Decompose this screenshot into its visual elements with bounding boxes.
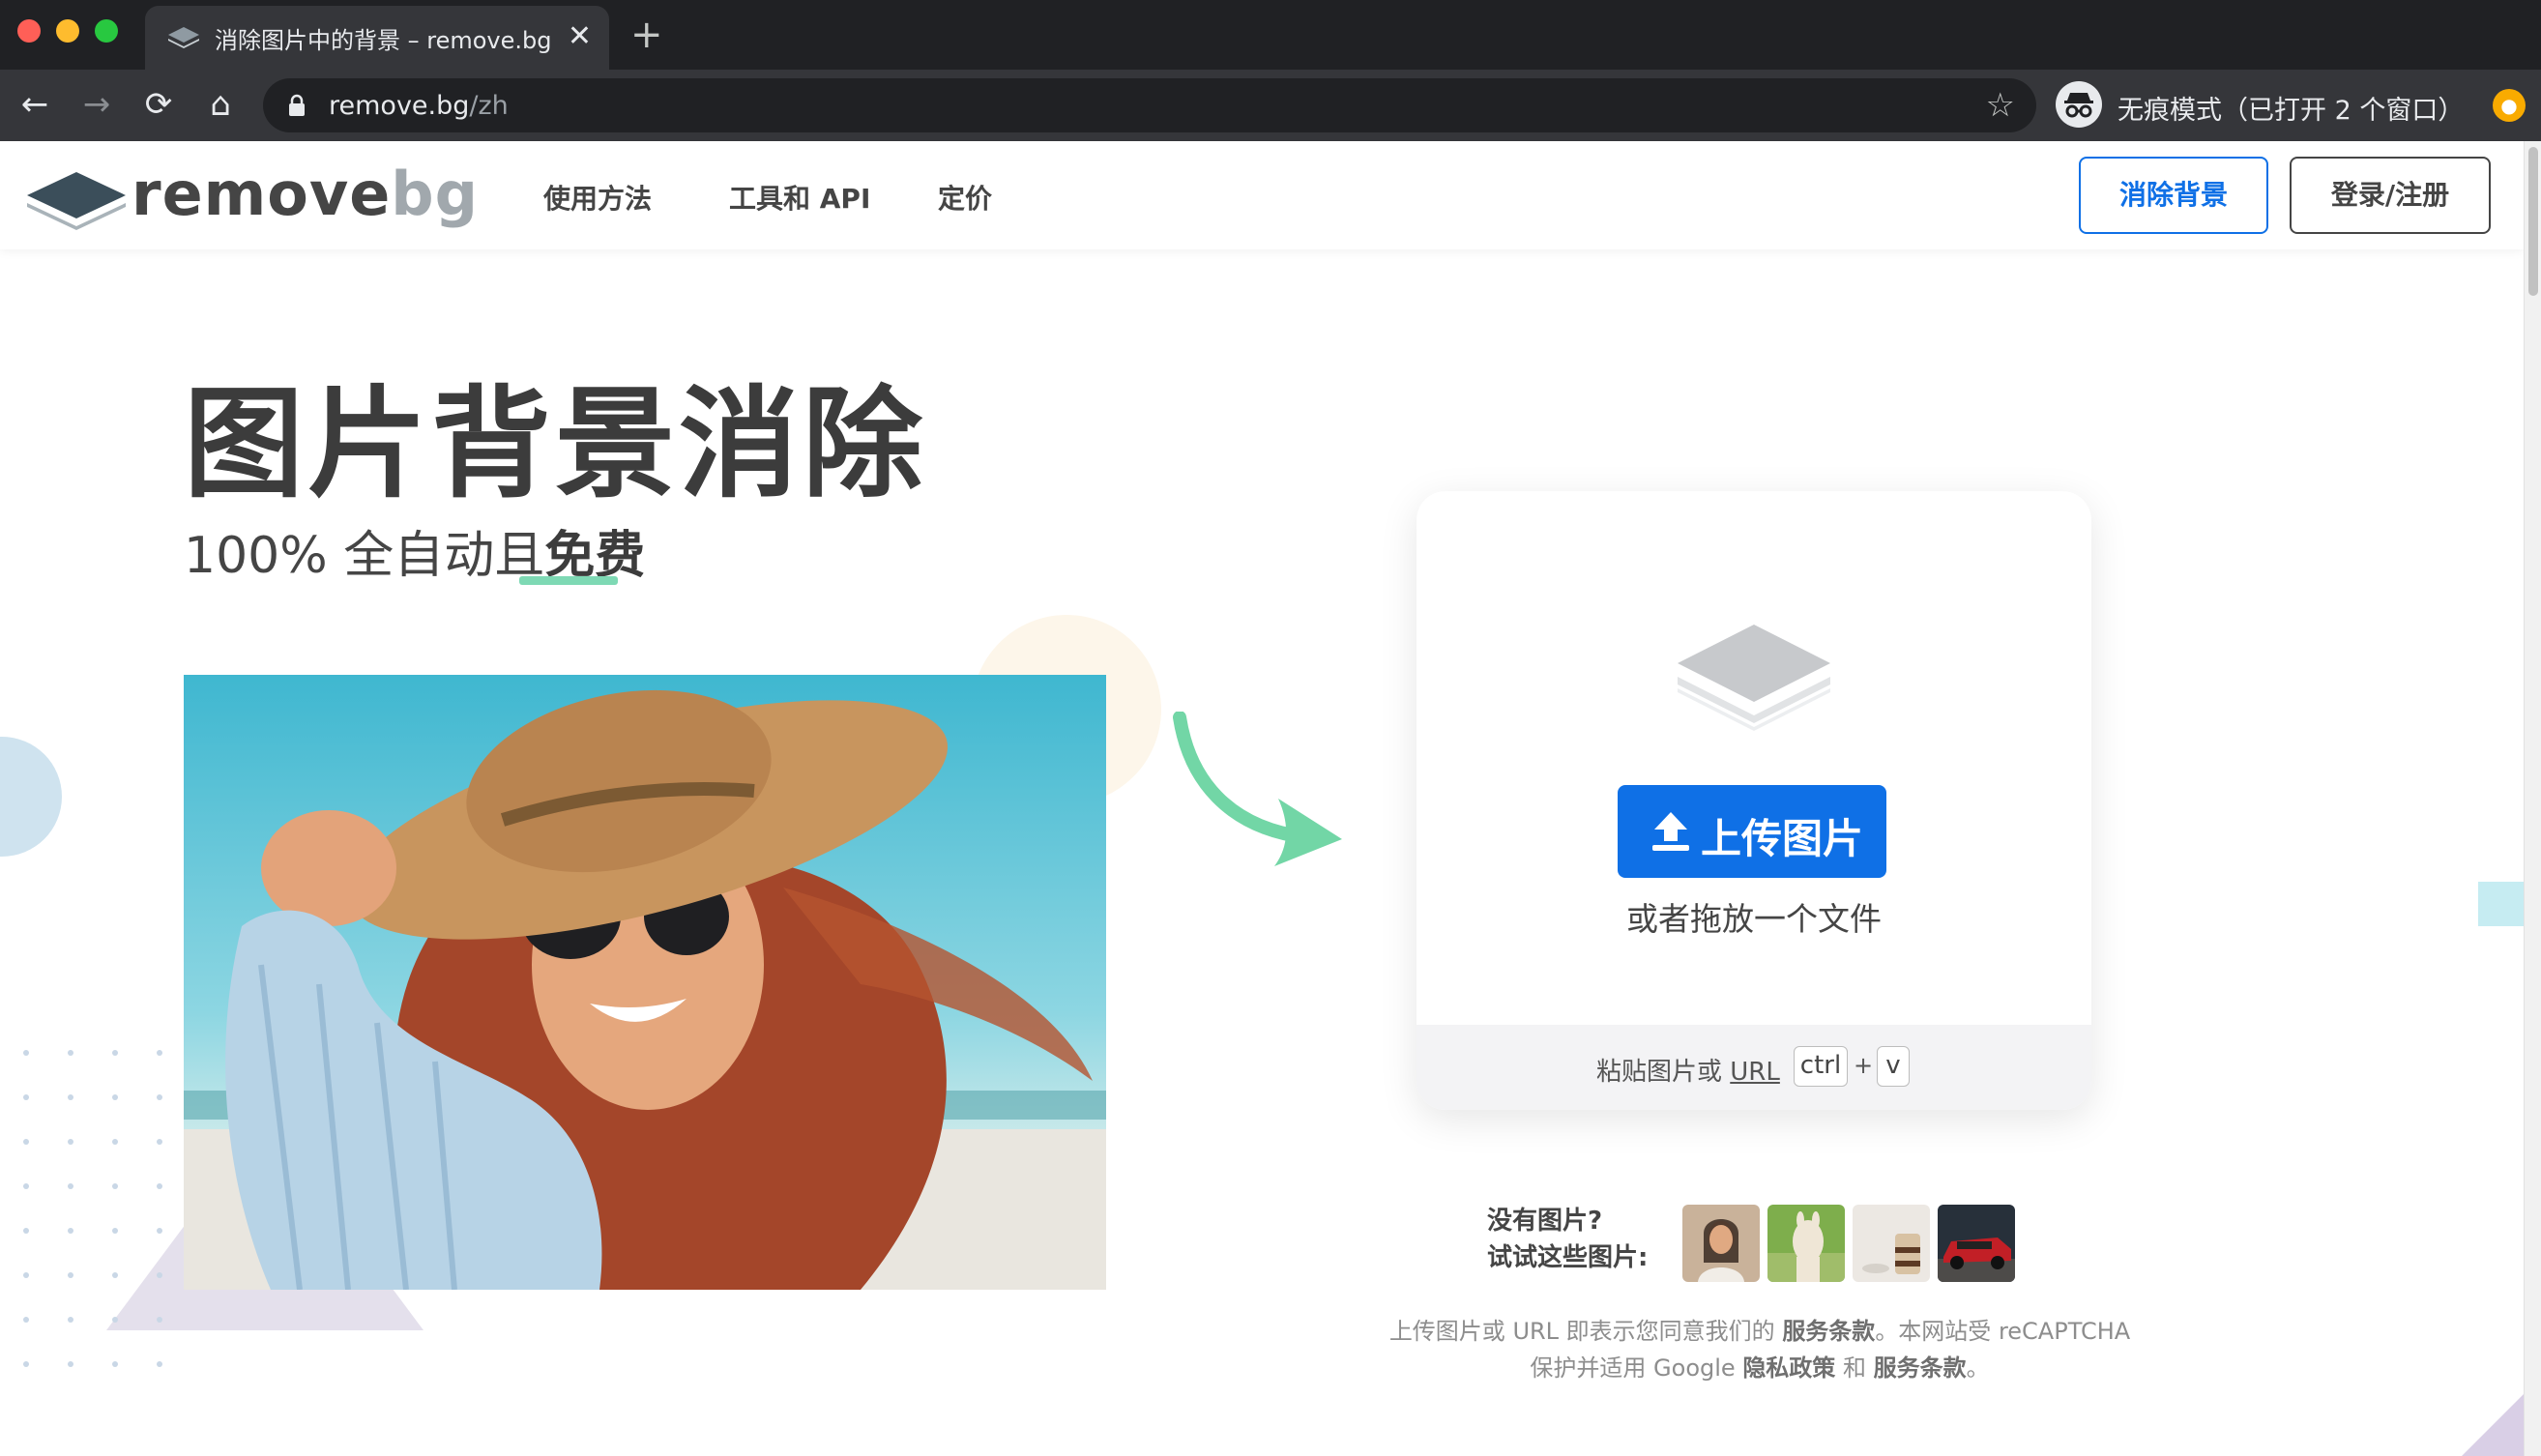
forward-arrow-icon[interactable]: → bbox=[73, 81, 120, 128]
sample-alpaca-thumb[interactable] bbox=[1767, 1205, 1845, 1282]
kbd-plus: + bbox=[1854, 1052, 1874, 1079]
new-tab-button[interactable]: + bbox=[630, 12, 663, 58]
paste-url-link[interactable]: URL bbox=[1730, 1058, 1780, 1087]
kbd-v: v bbox=[1877, 1046, 1910, 1087]
paste-image-row[interactable]: 粘贴图片或 URL ctrl + v bbox=[1417, 1025, 2091, 1110]
decorative-dot bbox=[157, 1272, 162, 1278]
page-content: removebg 使用方法 工具和 API 定价 消除背景 登录/注册 图片背景… bbox=[0, 141, 2541, 1456]
decorative-dot bbox=[68, 1094, 73, 1100]
decorative-dot bbox=[23, 1228, 29, 1234]
decorative-dot bbox=[68, 1050, 73, 1056]
decorative-dot bbox=[112, 1183, 118, 1189]
logo-wordmark[interactable]: removebg bbox=[131, 159, 479, 229]
legal-notice: 上传图片或 URL 即表示您同意我们的 服务条款。本网站受 reCAPTCHA … bbox=[1388, 1318, 2131, 1382]
decorative-dot bbox=[23, 1272, 29, 1278]
window-minimize-button[interactable] bbox=[56, 19, 79, 43]
scrollbar-thumb[interactable] bbox=[2528, 147, 2538, 296]
url-text: remove.bg/zh bbox=[329, 91, 509, 121]
nav-pricing[interactable]: 定价 bbox=[938, 178, 992, 217]
decorative-dot-grid bbox=[23, 905, 178, 1367]
sample-woman-thumb[interactable] bbox=[1682, 1205, 1760, 1282]
decorative-dot bbox=[157, 1050, 162, 1056]
decorative-dot bbox=[157, 1139, 162, 1145]
page-scrollbar[interactable] bbox=[2524, 141, 2541, 1456]
decorative-dot bbox=[68, 1317, 73, 1323]
hero-example-photo bbox=[184, 675, 1106, 1290]
sample-cake-thumb[interactable] bbox=[1853, 1205, 1930, 1282]
remove-background-button[interactable]: 消除背景 bbox=[2079, 157, 2268, 234]
decorative-dot bbox=[157, 1361, 162, 1367]
back-arrow-icon[interactable]: ← bbox=[12, 81, 58, 128]
home-icon[interactable]: ⌂ bbox=[197, 81, 244, 128]
removebg-favicon-icon bbox=[168, 27, 199, 48]
upload-arrow-icon bbox=[1652, 812, 1689, 851]
paste-image-text: 粘贴图片或 URL bbox=[1596, 1058, 1780, 1087]
decorative-dot bbox=[23, 1317, 29, 1323]
decorative-dot bbox=[23, 1094, 29, 1100]
decorative-dot bbox=[68, 1139, 73, 1145]
decorative-dot bbox=[23, 1183, 29, 1189]
decorative-dot bbox=[112, 1050, 118, 1056]
window-zoom-button[interactable] bbox=[95, 19, 118, 43]
incognito-label[interactable]: 无痕模式（已打开 2 个窗口） bbox=[2118, 89, 2464, 127]
decorative-dot bbox=[68, 1361, 73, 1367]
decorative-teal-square bbox=[2478, 882, 2525, 926]
decorative-dot bbox=[157, 1317, 162, 1323]
nav-how-to-use[interactable]: 使用方法 bbox=[543, 178, 652, 217]
incognito-icon[interactable] bbox=[2056, 81, 2102, 128]
drop-file-text: 或者拖放一个文件 bbox=[1626, 900, 1882, 938]
layers-placeholder-icon bbox=[1678, 625, 1830, 731]
lock-icon bbox=[289, 94, 305, 116]
decorative-dot bbox=[112, 1094, 118, 1100]
login-signup-button[interactable]: 登录/注册 bbox=[2290, 157, 2491, 234]
removebg-logo-icon[interactable] bbox=[23, 168, 130, 230]
site-header: removebg 使用方法 工具和 API 定价 消除背景 登录/注册 bbox=[0, 141, 2524, 249]
address-bar[interactable]: remove.bg/zh ☆ bbox=[263, 78, 2036, 132]
decorative-dot bbox=[157, 1183, 162, 1189]
tab-title: 消除图片中的背景 – remove.bg bbox=[215, 27, 552, 54]
page-title: 图片背景消除 bbox=[184, 375, 927, 514]
bookmark-star-icon[interactable]: ☆ bbox=[1986, 86, 2015, 125]
decorative-dot bbox=[112, 1272, 118, 1278]
decorative-dot bbox=[23, 1361, 29, 1367]
decorative-dot bbox=[68, 1183, 73, 1189]
decorative-dot bbox=[112, 1139, 118, 1145]
tab-close-icon[interactable]: ✕ bbox=[568, 17, 592, 56]
browser-titlebar: 消除图片中的背景 – remove.bg ✕ + bbox=[0, 0, 2541, 70]
decorative-dot bbox=[112, 1317, 118, 1323]
green-curved-arrow-icon bbox=[1173, 712, 1342, 866]
browser-toolbar: ← → ⟳ ⌂ remove.bg/zh ☆ 无痕模式（已打开 2 个窗口） ● bbox=[0, 70, 2541, 141]
decorative-dot bbox=[112, 1361, 118, 1367]
upload-card[interactable]: 上传图片 或者拖放一个文件 粘贴图片或 URL ctrl + v bbox=[1417, 491, 2091, 1110]
decorative-dot bbox=[157, 1094, 162, 1100]
window-close-button[interactable] bbox=[17, 19, 41, 43]
decorative-dot bbox=[68, 1228, 73, 1234]
terms-link-2[interactable]: 服务条款 bbox=[1874, 1354, 1967, 1382]
decorative-dot bbox=[23, 1139, 29, 1145]
decorative-corner-triangle bbox=[2462, 1394, 2524, 1456]
terms-link-1[interactable]: 服务条款 bbox=[1782, 1318, 1875, 1345]
upload-image-label: 上传图片 bbox=[1701, 815, 1864, 862]
browser-tab-active[interactable]: 消除图片中的背景 – remove.bg ✕ bbox=[145, 6, 609, 70]
sample-images-label: 没有图片? 试试这些图片: bbox=[1487, 1207, 1649, 1272]
decorative-dot bbox=[23, 1050, 29, 1056]
reload-icon[interactable]: ⟳ bbox=[135, 81, 182, 128]
nav-tools-api[interactable]: 工具和 API bbox=[729, 178, 870, 217]
sample-car-thumb[interactable] bbox=[1938, 1205, 2015, 1282]
profile-avatar[interactable]: ● bbox=[2493, 89, 2526, 122]
upload-image-button[interactable]: 上传图片 bbox=[1618, 785, 1886, 878]
decorative-blue-semicircle bbox=[0, 737, 62, 857]
kbd-ctrl: ctrl bbox=[1794, 1046, 1848, 1087]
free-underline bbox=[519, 576, 618, 585]
decorative-dot bbox=[157, 1228, 162, 1234]
decorative-dot bbox=[112, 1228, 118, 1234]
privacy-link[interactable]: 隐私政策 bbox=[1742, 1354, 1835, 1382]
decorative-dot bbox=[68, 1272, 73, 1278]
